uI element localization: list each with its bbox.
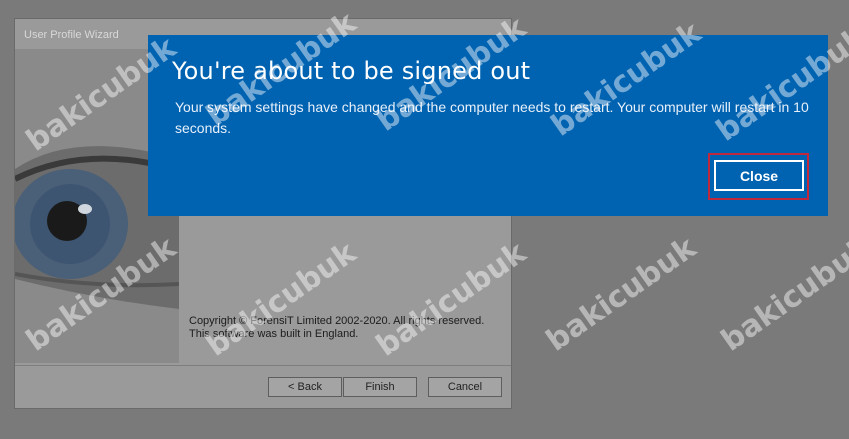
watermark: bakicubuk <box>715 230 849 359</box>
back-button[interactable]: < Back <box>268 377 342 397</box>
finish-button[interactable]: Finish <box>343 377 417 397</box>
footer-divider <box>15 365 511 366</box>
dialog-title: You're about to be signed out <box>172 57 531 85</box>
signout-dialog: You're about to be signed out Your syste… <box>148 35 828 216</box>
copyright-text: Copyright © ForensiT Limited 2002-2020. … <box>189 315 484 341</box>
watermark: bakicubuk <box>540 230 703 359</box>
close-button[interactable]: Close <box>714 160 804 191</box>
wizard-title: User Profile Wizard <box>24 29 119 41</box>
dialog-message: Your system settings have changed and th… <box>175 99 809 136</box>
copyright-line-2: This software was built in England. <box>189 328 359 340</box>
cancel-button[interactable]: Cancel <box>428 377 502 397</box>
copyright-line-1: Copyright © ForensiT Limited 2002-2020. … <box>189 315 485 327</box>
